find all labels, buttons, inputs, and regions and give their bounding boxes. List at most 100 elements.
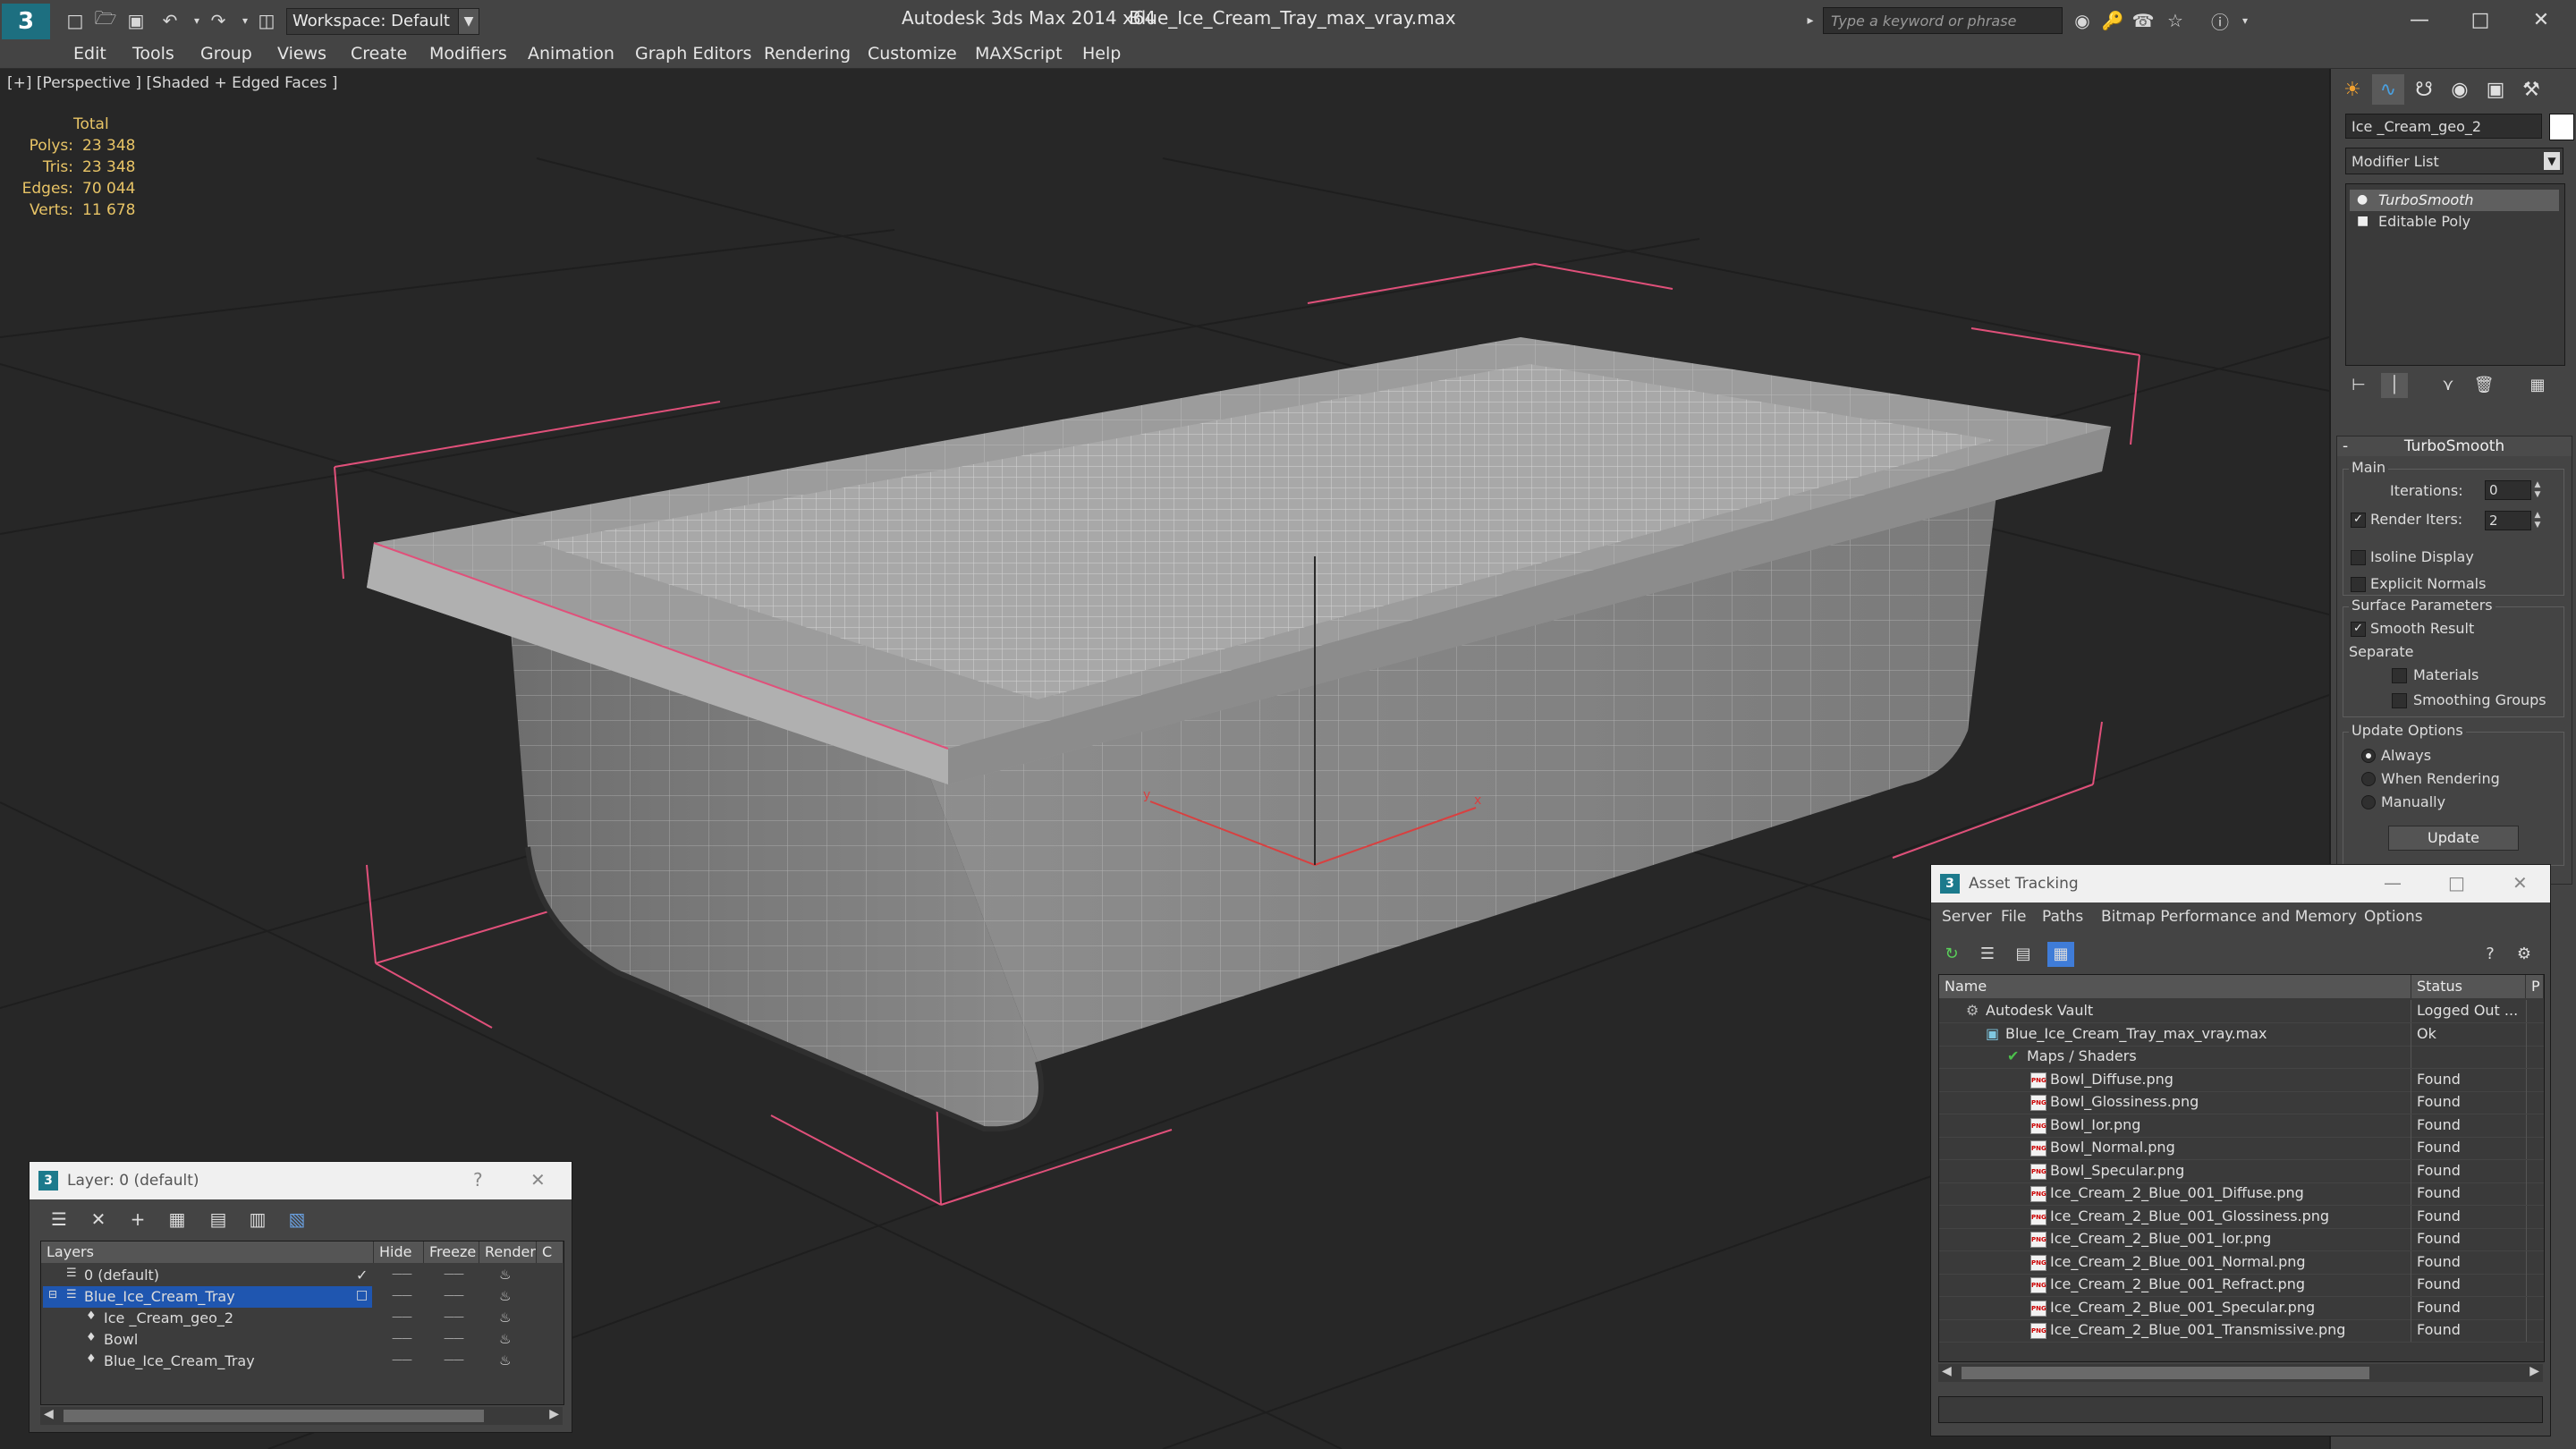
create-tab-icon[interactable]: ☀ xyxy=(2336,74,2368,105)
show-end-result-icon[interactable]: │ xyxy=(2381,373,2408,398)
column-status[interactable]: Status xyxy=(2411,975,2526,998)
materials-checkbox[interactable] xyxy=(2392,668,2407,683)
manually-radio[interactable] xyxy=(2361,795,2376,809)
viewport-label[interactable]: [+] [Perspective ] [Shaded + Edged Faces… xyxy=(7,74,337,92)
close-icon[interactable]: ✕ xyxy=(2512,872,2528,894)
hide-toggle[interactable]: —— xyxy=(392,1353,412,1366)
open-file-icon[interactable]: 🗁 xyxy=(93,7,118,32)
hierarchy-tab-icon[interactable]: ☋ xyxy=(2408,74,2440,105)
minimize-icon[interactable]: — xyxy=(2384,872,2402,894)
asset-row[interactable]: PNG Bowl_Normal.png Found xyxy=(1939,1137,2544,1160)
redo-icon[interactable]: ↷ xyxy=(206,9,231,32)
subscription-icon[interactable]: 🔑 xyxy=(2100,9,2125,32)
asset-row[interactable]: PNG Ice_Cream_2_Blue_001_Ior.png Found xyxy=(1939,1228,2544,1251)
freeze-toggle[interactable]: —— xyxy=(444,1353,464,1366)
teapot-icon[interactable]: ♨ xyxy=(499,1331,511,1347)
vault-settings-icon[interactable]: ⚙ xyxy=(2511,942,2538,967)
freeze-all-icon[interactable]: ▧ xyxy=(284,1207,310,1232)
teapot-icon[interactable]: ♨ xyxy=(499,1267,511,1283)
new-layer-icon[interactable]: ☰ xyxy=(46,1207,72,1232)
asset-row[interactable]: PNG Bowl_Specular.png Found xyxy=(1939,1159,2544,1183)
column-path[interactable]: P xyxy=(2526,975,2544,998)
table-view-icon[interactable]: ▦ xyxy=(2047,942,2074,967)
layer-row[interactable]: ☰ 0 (default) ✓ —— —— ♨ xyxy=(41,1265,564,1286)
always-radio[interactable] xyxy=(2361,749,2376,763)
object-name-field[interactable]: Ice _Cream_geo_2 xyxy=(2345,114,2542,139)
pin-stack-icon[interactable]: ⊢ xyxy=(2345,373,2372,398)
column-name[interactable]: Name xyxy=(1939,975,2411,998)
delete-layer-icon[interactable]: ✕ xyxy=(85,1207,112,1232)
object-color-swatch[interactable] xyxy=(2549,114,2574,140)
layer-row[interactable]: ♦ Bowl —— —— ♨ xyxy=(41,1329,564,1351)
column-render[interactable]: Render xyxy=(479,1241,537,1263)
binoculars-icon[interactable]: ◉ xyxy=(2070,9,2095,32)
modifier-list-dropdown[interactable]: Modifier List ▼ xyxy=(2345,148,2563,174)
make-unique-icon[interactable]: ⋎ xyxy=(2435,373,2462,398)
maximize-icon[interactable]: □ xyxy=(2448,872,2465,894)
freeze-toggle[interactable]: —— xyxy=(444,1310,464,1323)
menu-bitmap-performance[interactable]: Bitmap Performance and Memory xyxy=(2101,908,2357,926)
render-iters-checkbox[interactable]: ✓ xyxy=(2351,513,2366,528)
asset-row[interactable]: ⚙ Autodesk Vault Logged Out ... xyxy=(1939,1000,2544,1023)
when-rendering-radio[interactable] xyxy=(2361,772,2376,786)
asset-row[interactable]: PNG Bowl_Glossiness.png Found xyxy=(1939,1091,2544,1114)
stack-item-editable-poly[interactable]: ■ Editable Poly xyxy=(2350,211,2559,233)
rollout-title[interactable]: - TurboSmooth xyxy=(2337,436,2572,456)
expand-minus-icon[interactable]: ⊟ xyxy=(48,1288,57,1301)
menu-maxscript[interactable]: MAXScript xyxy=(975,44,1063,64)
asset-row[interactable]: PNG Ice_Cream_2_Blue_001_Glossiness.png Fo… xyxy=(1939,1205,2544,1229)
hide-toggle[interactable]: —— xyxy=(392,1310,412,1323)
new-file-icon[interactable]: □ xyxy=(63,9,88,32)
iterations-spinner[interactable]: 0 xyxy=(2485,480,2531,500)
help-button[interactable]: ? xyxy=(473,1169,483,1191)
list-view-icon[interactable]: ☰ xyxy=(1974,942,2001,967)
menu-graph-editors[interactable]: Graph Editors xyxy=(635,44,751,64)
asset-row[interactable]: PNG Ice_Cream_2_Blue_001_Specular.png Foun… xyxy=(1939,1296,2544,1320)
workspace-dropdown[interactable]: Workspace: Default ▾ xyxy=(286,8,479,35)
scroll-left-icon[interactable]: ◀ xyxy=(1942,1364,1952,1378)
quick-access-dropdown[interactable]: ▼ xyxy=(458,8,479,35)
minimize-button[interactable]: — xyxy=(2397,4,2442,36)
asset-window-titlebar[interactable]: 3 Asset Tracking — □ ✕ xyxy=(1931,865,2550,902)
close-button[interactable]: ✕ xyxy=(2519,4,2563,36)
select-objects-icon[interactable]: ▦ xyxy=(164,1207,191,1232)
utilities-tab-icon[interactable]: ⚒ xyxy=(2515,74,2547,105)
scroll-right-icon[interactable]: ▶ xyxy=(549,1407,559,1421)
lightbulb-icon[interactable]: ● xyxy=(2357,192,2368,207)
menu-views[interactable]: Views xyxy=(277,44,326,64)
layer-window-titlebar[interactable]: 3 Layer: 0 (default) ? ✕ xyxy=(30,1162,572,1199)
teapot-icon[interactable]: ♨ xyxy=(499,1288,511,1304)
menu-modifiers[interactable]: Modifiers xyxy=(429,44,507,64)
app-logo-icon[interactable]: 3 xyxy=(2,4,50,39)
teapot-icon[interactable]: ♨ xyxy=(499,1352,511,1368)
undo-icon[interactable]: ↶ xyxy=(157,9,182,32)
smoothing-groups-checkbox[interactable] xyxy=(2392,693,2407,708)
asset-row[interactable]: PNG Bowl_Diffuse.png Found xyxy=(1939,1068,2544,1092)
refresh-icon[interactable]: ↻ xyxy=(1938,942,1965,967)
layer-row[interactable]: ⊟ ☰ Blue_Ice_Cream_Tray □ —— —— ♨ xyxy=(41,1286,564,1308)
render-iters-spinner[interactable]: 2 xyxy=(2485,511,2531,530)
asset-row[interactable]: PNG Ice_Cream_2_Blue_001_Diffuse.png Found xyxy=(1939,1182,2544,1206)
hide-toggle[interactable]: —— xyxy=(392,1332,412,1344)
column-layers[interactable]: Layers xyxy=(41,1241,374,1263)
search-input[interactable]: Type a keyword or phrase xyxy=(1823,7,2063,34)
help-icon[interactable]: ⓘ xyxy=(2207,9,2233,33)
iterations-spinner-arrows[interactable]: ▲ ▼ xyxy=(2531,480,2544,500)
expand-plus-icon[interactable]: ■ xyxy=(2357,214,2368,228)
scroll-thumb[interactable] xyxy=(64,1410,484,1422)
save-file-icon[interactable]: ▣ xyxy=(123,9,148,32)
menu-help[interactable]: Help xyxy=(1082,44,1121,64)
update-button[interactable]: Update xyxy=(2388,826,2519,851)
project-folder-icon[interactable]: ◫ xyxy=(254,9,279,32)
favorites-star-icon[interactable]: ☆ xyxy=(2163,9,2188,32)
menu-tools[interactable]: Tools xyxy=(132,44,174,64)
menu-customize[interactable]: Customize xyxy=(868,44,957,64)
highlight-layer-icon[interactable]: ▤ xyxy=(205,1207,232,1232)
current-layer-check-icon[interactable]: ✓ xyxy=(356,1267,368,1284)
layer-horizontal-scrollbar[interactable]: ◀ ▶ xyxy=(40,1407,563,1425)
freeze-toggle[interactable]: —— xyxy=(444,1267,464,1280)
remove-modifier-icon[interactable]: 🗑 xyxy=(2470,373,2497,398)
hide-toggle[interactable]: —— xyxy=(392,1289,412,1301)
asset-path-field[interactable] xyxy=(1938,1396,2543,1423)
help-icon[interactable]: ? xyxy=(2477,942,2504,967)
